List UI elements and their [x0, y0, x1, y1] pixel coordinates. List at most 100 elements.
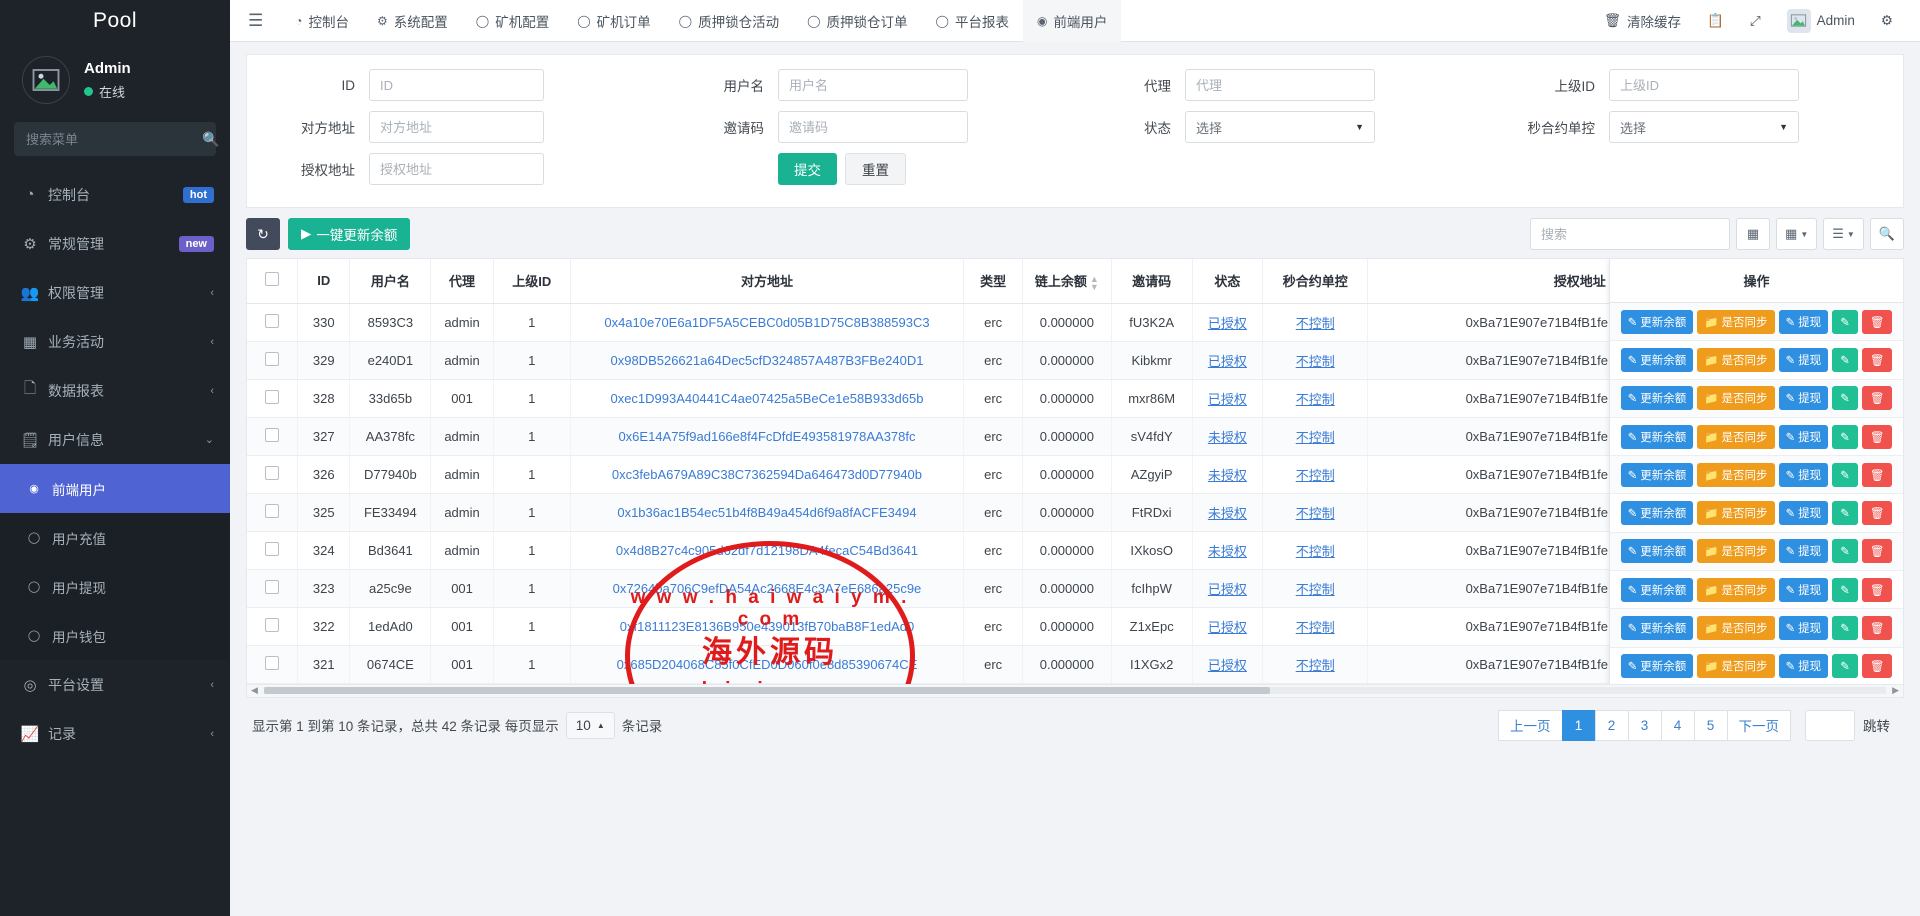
update-balance-button[interactable]: ✎更新余额	[1621, 539, 1694, 563]
scrollbar-track[interactable]	[264, 687, 1886, 694]
update-all-balance-button[interactable]: ▶一键更新余额	[288, 218, 410, 250]
control-link[interactable]: 不控制	[1296, 430, 1335, 445]
row-checkbox[interactable]	[265, 428, 279, 442]
status-link[interactable]: 未授权	[1208, 430, 1247, 445]
search-select-second-contract-control[interactable]: 选择▼	[1609, 111, 1799, 143]
row-checkbox[interactable]	[265, 618, 279, 632]
status-link[interactable]: 未授权	[1208, 468, 1247, 483]
sidebar-item-frontend-users[interactable]: ◉ 前端用户	[0, 464, 230, 513]
tab-miner-config[interactable]: ◯ 矿机配置	[462, 0, 563, 42]
edit-button[interactable]: ✎	[1832, 348, 1858, 372]
col-agent[interactable]: 代理	[431, 259, 494, 303]
search-input-username[interactable]	[778, 69, 968, 101]
next-page-button[interactable]: 下一页	[1727, 710, 1792, 741]
withdraw-button[interactable]: ✎提现	[1779, 501, 1829, 525]
sidebar-item-permission-management[interactable]: 👥 权限管理 ‹	[0, 268, 230, 317]
col-parent-id[interactable]: 上级ID	[493, 259, 570, 303]
sync-button[interactable]: 📁是否同步	[1697, 539, 1774, 563]
delete-button[interactable]: 🗑	[1862, 310, 1893, 334]
withdraw-button[interactable]: ✎提现	[1779, 386, 1829, 410]
address-link[interactable]: 0xc3febA679A89C38C7362594Da646473d0D7794…	[612, 467, 922, 482]
update-balance-button[interactable]: ✎更新余额	[1621, 501, 1694, 525]
withdraw-button[interactable]: ✎提现	[1779, 463, 1829, 487]
sync-button[interactable]: 📁是否同步	[1697, 310, 1774, 334]
row-checkbox[interactable]	[265, 580, 279, 594]
sync-button[interactable]: 📁是否同步	[1697, 386, 1774, 410]
update-balance-button[interactable]: ✎更新余额	[1621, 654, 1694, 678]
sidebar-item-platform-settings[interactable]: ◎ 平台设置 ‹	[0, 660, 230, 709]
sidebar-item-business-activity[interactable]: ▦ 业务活动 ‹	[0, 317, 230, 366]
control-link[interactable]: 不控制	[1296, 544, 1335, 559]
edit-button[interactable]: ✎	[1832, 425, 1858, 449]
sync-button[interactable]: 📁是否同步	[1697, 501, 1774, 525]
table-search-input[interactable]	[1530, 218, 1730, 250]
address-link[interactable]: 0x7264ba706C9efDA54Ac2668E4c3A7eE686a25c…	[613, 581, 922, 596]
col-status[interactable]: 状态	[1192, 259, 1263, 303]
col-second-contract-control[interactable]: 秒合约单控	[1263, 259, 1368, 303]
delete-button[interactable]: 🗑	[1862, 578, 1893, 602]
control-link[interactable]: 不控制	[1296, 658, 1335, 673]
export-button[interactable]: ☰▼	[1823, 218, 1864, 250]
sync-button[interactable]: 📁是否同步	[1697, 578, 1774, 602]
page-button-2[interactable]: 2	[1595, 710, 1629, 741]
edit-button[interactable]: ✎	[1832, 501, 1858, 525]
control-link[interactable]: 不控制	[1296, 392, 1335, 407]
hamburger-menu-icon[interactable]: ☰	[248, 11, 263, 31]
submit-button[interactable]: 提交	[778, 153, 837, 185]
sidebar-item-user-recharge[interactable]: ◯ 用户充值	[0, 513, 230, 562]
tab-miner-orders[interactable]: ◯ 矿机订单	[563, 0, 664, 42]
withdraw-button[interactable]: ✎提现	[1779, 578, 1829, 602]
row-checkbox[interactable]	[265, 390, 279, 404]
edit-button[interactable]: ✎	[1832, 578, 1858, 602]
delete-button[interactable]: 🗑	[1862, 348, 1893, 372]
withdraw-button[interactable]: ✎提现	[1779, 348, 1829, 372]
address-link[interactable]: 0xec1D993A40441C4ae07425a5BeCe1e58B933d6…	[610, 391, 923, 406]
update-balance-button[interactable]: ✎更新余额	[1621, 348, 1694, 372]
address-link[interactable]: 0x685D204068C85f0CfED0D060f0e8d85390674C…	[617, 657, 918, 672]
search-input-invite-code[interactable]	[778, 111, 968, 143]
row-checkbox[interactable]	[265, 314, 279, 328]
page-button-5[interactable]: 5	[1694, 710, 1728, 741]
control-link[interactable]: 不控制	[1296, 506, 1335, 521]
sync-button[interactable]: 📁是否同步	[1697, 348, 1774, 372]
delete-button[interactable]: 🗑	[1862, 386, 1893, 410]
address-link[interactable]: 0x6E14A75f9ad166e8f4FcDfdE493581978AA378…	[618, 429, 915, 444]
select-all-checkbox[interactable]	[265, 272, 279, 286]
sidebar-item-user-wallet[interactable]: ◯ 用户钱包	[0, 611, 230, 660]
settings-button[interactable]: ⚙	[1868, 0, 1906, 42]
reset-button[interactable]: 重置	[845, 153, 906, 185]
page-button-4[interactable]: 4	[1661, 710, 1695, 741]
tab-system-config[interactable]: ⚙ 系统配置	[363, 0, 462, 42]
edit-button[interactable]: ✎	[1832, 310, 1858, 334]
page-jump-input[interactable]	[1805, 710, 1855, 741]
edit-button[interactable]: ✎	[1832, 539, 1858, 563]
table-search-button[interactable]: 🔍	[1870, 218, 1904, 250]
page-jump-button[interactable]: 跳转	[1855, 710, 1898, 741]
delete-button[interactable]: 🗑	[1862, 501, 1893, 525]
control-link[interactable]: 不控制	[1296, 620, 1335, 635]
delete-button[interactable]: 🗑	[1862, 425, 1893, 449]
page-button-1[interactable]: 1	[1562, 710, 1596, 741]
sync-button[interactable]: 📁是否同步	[1697, 425, 1774, 449]
withdraw-button[interactable]: ✎提现	[1779, 539, 1829, 563]
edit-button[interactable]: ✎	[1832, 463, 1858, 487]
sync-button[interactable]: 📁是否同步	[1697, 616, 1774, 640]
sync-button[interactable]: 📁是否同步	[1697, 463, 1774, 487]
page-button-3[interactable]: 3	[1628, 710, 1662, 741]
sidebar-item-dashboard[interactable]: ◔ 控制台 hot	[0, 170, 230, 219]
col-address[interactable]: 对方地址	[570, 259, 964, 303]
withdraw-button[interactable]: ✎提现	[1779, 616, 1829, 640]
copy-button[interactable]: 📋	[1694, 0, 1737, 42]
horizontal-scrollbar[interactable]: ◀ ▶	[247, 684, 1903, 697]
address-link[interactable]: 0x1b36ac1B54ec51b4f8B49a454d6f9a8fACFE34…	[617, 505, 916, 520]
address-link[interactable]: 0xf1811123E8136B950e439013fB70baB8F1edAd…	[620, 619, 914, 634]
scroll-right-arrow-icon[interactable]: ▶	[1888, 685, 1903, 696]
row-checkbox[interactable]	[265, 352, 279, 366]
status-link[interactable]: 未授权	[1208, 544, 1247, 559]
edit-button[interactable]: ✎	[1832, 654, 1858, 678]
scrollbar-thumb[interactable]	[264, 687, 1270, 694]
sidebar-item-records[interactable]: 📈 记录 ‹	[0, 709, 230, 758]
status-link[interactable]: 已授权	[1208, 316, 1247, 331]
scroll-left-arrow-icon[interactable]: ◀	[247, 685, 262, 696]
withdraw-button[interactable]: ✎提现	[1779, 654, 1829, 678]
